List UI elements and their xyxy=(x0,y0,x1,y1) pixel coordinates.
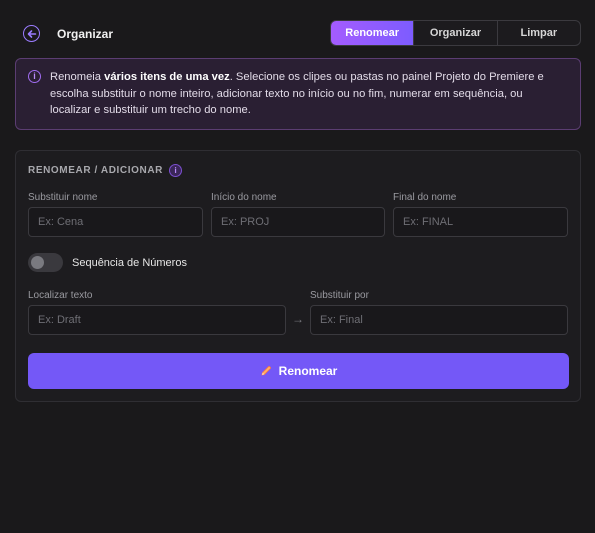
arrow-left-icon xyxy=(27,29,36,38)
rename-card: RENOMEAR / ADICIONAR i Substituir nome I… xyxy=(15,150,581,402)
rename-button[interactable]: Renomear xyxy=(28,353,569,389)
info-text-before: Renomeia xyxy=(50,71,105,83)
toggle-knob xyxy=(31,256,44,269)
replace-with-label: Substituir por xyxy=(310,290,369,301)
section-title: RENOMEAR / ADICIONAR xyxy=(28,165,163,176)
tab-limpar[interactable]: Limpar xyxy=(498,21,580,45)
replace-name-input[interactable] xyxy=(28,207,203,237)
tab-organizar[interactable]: Organizar xyxy=(414,21,498,45)
section-info-icon[interactable]: i xyxy=(169,164,182,177)
pencil-icon xyxy=(261,366,271,376)
arrow-right-icon: → xyxy=(292,312,304,326)
number-sequence-label: Sequência de Números xyxy=(72,257,187,269)
number-sequence-toggle[interactable] xyxy=(28,253,63,272)
find-text-label: Localizar texto xyxy=(28,290,93,301)
tab-bar: Renomear Organizar Limpar xyxy=(330,20,581,46)
replace-name-label: Substituir nome xyxy=(28,192,98,203)
back-button[interactable] xyxy=(23,25,40,42)
header: Organizar Renomear Organizar Limpar xyxy=(15,20,581,46)
name-end-label: Final do nome xyxy=(393,192,457,203)
tab-renomear[interactable]: Renomear xyxy=(331,21,415,45)
page-title: Organizar xyxy=(57,27,114,41)
name-end-input[interactable] xyxy=(393,207,568,237)
info-banner: i Renomeia vários itens de uma vez. Sele… xyxy=(15,58,581,130)
info-text-bold: vários itens de uma vez xyxy=(104,71,230,83)
replace-with-input[interactable] xyxy=(310,305,568,335)
rename-button-label: Renomear xyxy=(278,364,338,378)
name-start-label: Início do nome xyxy=(211,192,277,203)
name-start-input[interactable] xyxy=(211,207,385,237)
info-icon: i xyxy=(28,70,41,83)
find-text-input[interactable] xyxy=(28,305,286,335)
